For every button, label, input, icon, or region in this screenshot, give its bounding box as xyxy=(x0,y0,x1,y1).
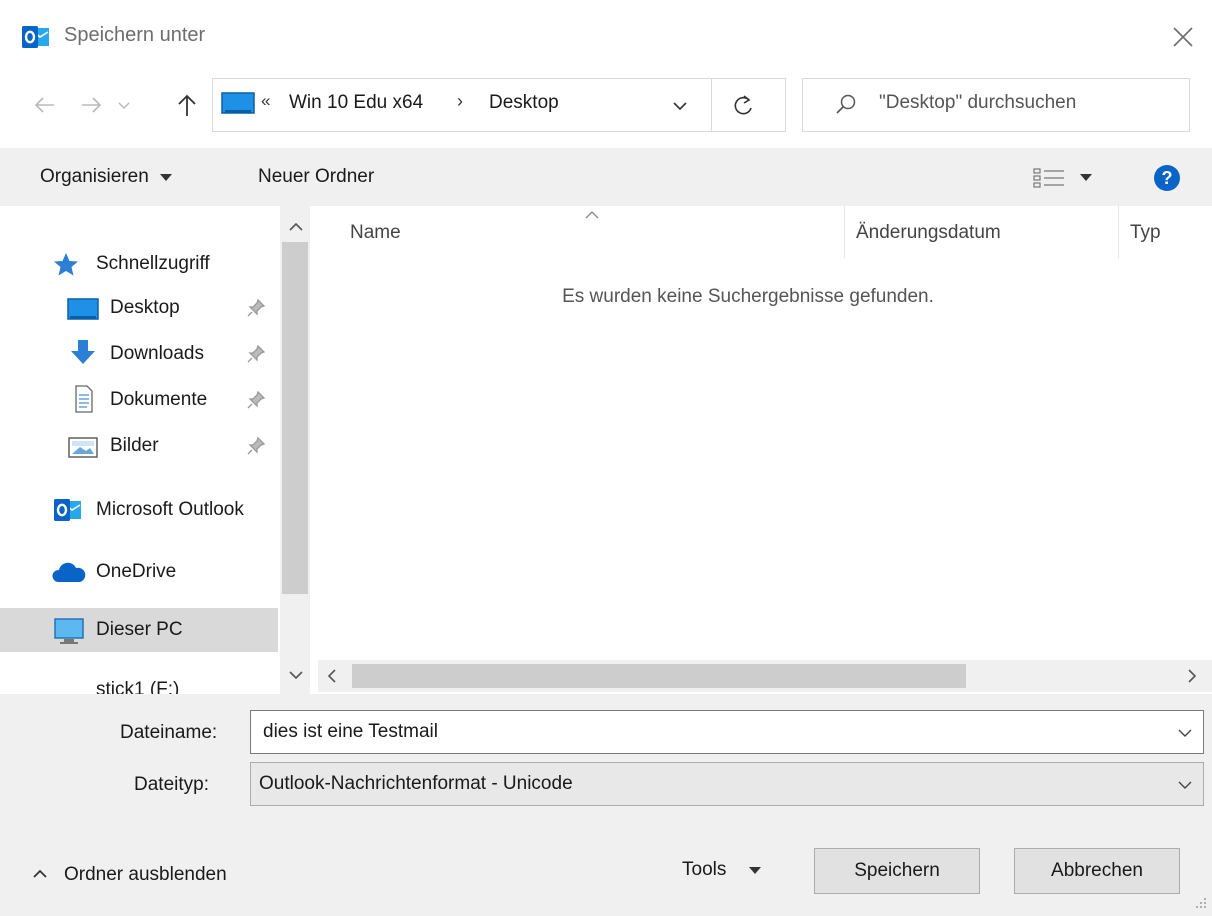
navigation-pane: Schnellzugriff Desktop Downloads Dokumen… xyxy=(0,206,310,694)
chevron-down-icon[interactable] xyxy=(669,95,691,117)
chevron-down-icon[interactable] xyxy=(288,666,304,680)
search-icon xyxy=(833,92,859,118)
resize-grip-icon[interactable] xyxy=(1190,894,1208,912)
filename-value[interactable]: dies ist eine Testmail xyxy=(263,721,438,743)
cloud-icon xyxy=(52,558,86,588)
sidebar-scrollbar[interactable] xyxy=(280,206,310,694)
organize-button[interactable]: Organisieren xyxy=(40,162,173,192)
download-icon xyxy=(66,338,100,368)
filename-label: Dateiname: xyxy=(120,722,218,743)
arrow-right-icon[interactable] xyxy=(74,90,108,120)
sidebar-item-label: Schnellzugriff xyxy=(96,253,210,274)
column-divider[interactable] xyxy=(844,206,845,258)
sidebar-item-drive[interactable]: stick1 (F:) xyxy=(0,668,278,694)
hide-folders-label: Ordner ausblenden xyxy=(64,864,227,885)
window-title: Speichern unter xyxy=(64,24,206,46)
search-placeholder: "Desktop" durchsuchen xyxy=(879,92,1077,113)
hide-folders-button[interactable]: Ordner ausblenden xyxy=(32,864,227,886)
save-button[interactable]: Speichern xyxy=(814,848,980,894)
outlook-icon xyxy=(52,496,86,526)
pin-icon[interactable] xyxy=(246,390,266,410)
organize-label: Organisieren xyxy=(40,166,149,187)
pin-icon[interactable] xyxy=(246,344,266,364)
chevron-up-icon xyxy=(32,864,48,886)
column-divider[interactable] xyxy=(1118,206,1119,258)
tools-label: Tools xyxy=(682,859,727,880)
sidebar-item-label: Downloads xyxy=(110,343,204,364)
column-header-type[interactable]: Typ xyxy=(1130,222,1161,244)
cancel-button[interactable]: Abbrechen xyxy=(1014,848,1180,894)
breadcrumb-separator[interactable]: › xyxy=(457,91,463,112)
sidebar-item-onedrive[interactable]: OneDrive xyxy=(0,550,278,594)
divider xyxy=(711,79,712,131)
chevron-left-icon[interactable] xyxy=(324,668,340,684)
column-header-row: Name Änderungsdatum Typ xyxy=(318,206,1212,258)
chevron-down-icon[interactable] xyxy=(1175,775,1195,795)
sidebar-item-label: OneDrive xyxy=(96,561,177,582)
filetype-select[interactable]: Outlook-Nachrichtenformat - Unicode xyxy=(250,762,1204,806)
pin-icon[interactable] xyxy=(246,298,266,318)
scrollbar-thumb[interactable] xyxy=(282,242,308,594)
sidebar-item-documents[interactable]: Dokumente xyxy=(0,378,278,422)
filetype-label: Dateityp: xyxy=(134,774,209,795)
save-options-panel: Dateiname: dies ist eine Testmail Dateit… xyxy=(0,694,1212,916)
sidebar-item-label: Microsoft Outlook xyxy=(96,499,244,520)
monitor-icon xyxy=(221,91,255,117)
caret-down-icon xyxy=(159,166,173,188)
pin-icon[interactable] xyxy=(246,436,266,456)
arrow-up-icon[interactable] xyxy=(170,88,204,122)
filename-field[interactable]: dies ist eine Testmail xyxy=(250,710,1204,754)
sidebar-item-outlook[interactable]: Microsoft Outlook xyxy=(0,488,278,532)
chevron-down-icon[interactable] xyxy=(1175,723,1195,743)
document-icon xyxy=(66,384,100,414)
sidebar-item-downloads[interactable]: Downloads xyxy=(0,332,278,376)
sidebar-item-desktop[interactable]: Desktop xyxy=(0,286,278,330)
desktop-folder-icon xyxy=(66,294,100,324)
column-header-date[interactable]: Änderungsdatum xyxy=(856,222,1001,244)
sidebar-item-label: Bilder xyxy=(110,435,159,456)
chevron-down-icon[interactable] xyxy=(114,92,134,118)
sidebar-item-label: stick1 (F:) xyxy=(96,679,180,694)
sidebar-item-this-pc[interactable]: Dieser PC xyxy=(0,608,278,652)
sidebar-item-label: Desktop xyxy=(110,297,180,318)
star-icon xyxy=(52,250,86,280)
pc-icon xyxy=(52,616,86,646)
filetype-value: Outlook-Nachrichtenformat - Unicode xyxy=(259,773,573,794)
address-bar[interactable]: « Win 10 Edu x64 › Desktop xyxy=(212,78,786,132)
pictures-icon xyxy=(66,432,100,462)
search-input[interactable]: "Desktop" durchsuchen xyxy=(802,78,1190,132)
sort-ascending-icon xyxy=(582,206,602,220)
empty-results-message: Es wurden keine Suchergebnisse gefunden. xyxy=(562,286,934,307)
horizontal-scrollbar[interactable] xyxy=(318,660,1212,692)
column-header-name[interactable]: Name xyxy=(350,222,401,244)
command-bar: Organisieren Neuer Ordner ? xyxy=(0,148,1212,206)
title-bar: Speichern unter xyxy=(0,0,1212,76)
sidebar-item-quick-access[interactable]: Schnellzugriff xyxy=(0,242,278,286)
refresh-icon[interactable] xyxy=(731,92,757,118)
caret-down-icon xyxy=(748,859,762,881)
breadcrumb-item[interactable]: Win 10 Edu x64 xyxy=(289,92,423,114)
tools-button[interactable]: Tools xyxy=(672,848,790,892)
sidebar-item-label: Dieser PC xyxy=(96,619,183,640)
scrollbar-thumb[interactable] xyxy=(352,664,966,688)
help-icon[interactable]: ? xyxy=(1152,163,1182,193)
sidebar-item-pictures[interactable]: Bilder xyxy=(0,424,278,468)
close-icon[interactable] xyxy=(1168,22,1198,52)
outlook-icon xyxy=(22,25,50,49)
svg-text:?: ? xyxy=(1162,168,1173,188)
details-view-icon[interactable] xyxy=(1032,163,1100,193)
sidebar-item-label: Dokumente xyxy=(110,389,208,410)
new-folder-button[interactable]: Neuer Ordner xyxy=(258,162,374,192)
breadcrumb-overflow[interactable]: « xyxy=(261,91,270,111)
breadcrumb-item[interactable]: Desktop xyxy=(489,92,559,114)
arrow-left-icon[interactable] xyxy=(28,90,62,120)
chevron-up-icon[interactable] xyxy=(288,218,304,232)
chevron-right-icon[interactable] xyxy=(1184,668,1200,684)
